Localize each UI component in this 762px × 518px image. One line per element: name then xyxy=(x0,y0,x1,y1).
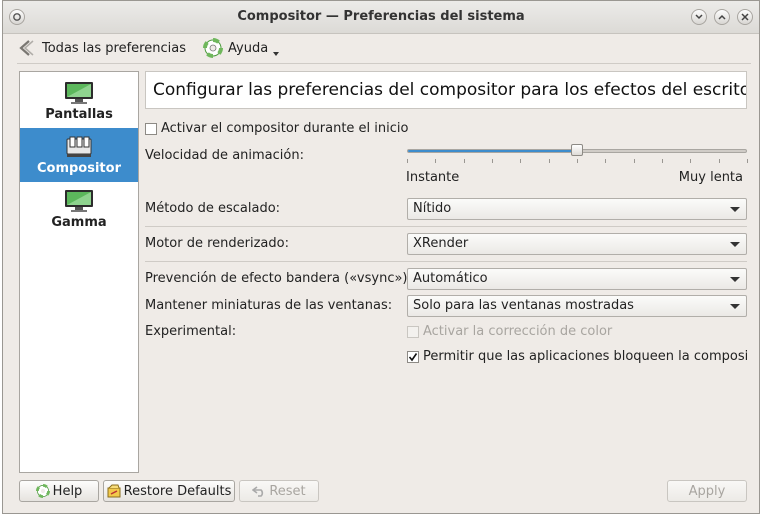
slider-tick xyxy=(435,159,437,163)
animation-speed-slider-fill xyxy=(408,150,577,152)
sidebar-item-label: Gamma xyxy=(51,215,107,230)
render-backend-label: Motor de renderizado: xyxy=(145,236,289,251)
title-bar[interactable]: Compositor — Preferencias del sistema xyxy=(3,1,759,34)
help-menu-label: Ayuda xyxy=(228,40,269,56)
chevron-down-icon xyxy=(730,277,740,282)
window-thumbnails-select[interactable]: Solo para las ventanas mostradas xyxy=(407,295,747,317)
animation-speed-min-label: Instante xyxy=(406,170,460,185)
window-title: Compositor — Preferencias del sistema xyxy=(3,9,759,24)
slider-tick xyxy=(492,159,493,163)
enable-on-start-label[interactable]: Activar el compositor durante el inicio xyxy=(161,121,408,136)
apply-button[interactable]: Apply xyxy=(667,480,747,502)
enable-on-start-checkbox[interactable] xyxy=(145,123,157,135)
window-title-rest: Preferencias del sistema xyxy=(343,9,525,24)
lifebuoy-icon xyxy=(203,38,223,58)
allow-block-compositing-label[interactable]: Permitir que las aplicaciones bloqueen l… xyxy=(423,349,747,364)
reset-button-label: Reset xyxy=(269,483,306,499)
page-heading: Configurar las preferencias del composit… xyxy=(145,71,747,109)
checkmark-icon xyxy=(408,353,418,362)
section-divider xyxy=(145,226,747,227)
scaling-method-value: Nítido xyxy=(413,201,452,216)
sidebar-item-gamma[interactable]: Gamma xyxy=(20,182,138,236)
scaling-method-select[interactable]: Nítido xyxy=(407,198,747,220)
color-correction-checkbox[interactable] xyxy=(407,326,419,338)
tearing-prevention-select[interactable]: Automático xyxy=(407,268,747,290)
minimize-button[interactable] xyxy=(691,9,707,25)
chevron-down-icon xyxy=(730,304,740,309)
render-backend-value: XRender xyxy=(413,236,469,251)
window-title-separator: — xyxy=(321,9,344,24)
back-to-all-preferences-label: Todas las preferencias xyxy=(42,40,186,56)
help-button-label: Help xyxy=(52,483,83,499)
back-to-all-preferences-button[interactable]: Todas las preferencias xyxy=(17,37,186,59)
lifebuoy-icon xyxy=(35,484,50,498)
slider-tick xyxy=(548,159,550,163)
slider-tick xyxy=(662,159,663,163)
maximize-button[interactable] xyxy=(714,9,730,25)
animation-speed-slider-handle[interactable] xyxy=(571,144,583,156)
animation-speed-max-label: Muy lenta xyxy=(678,170,743,185)
toolbar: Todas las preferencias Ayuda xyxy=(3,33,759,63)
slider-tick xyxy=(718,159,720,163)
window-thumbnails-value: Solo para las ventanas mostradas xyxy=(413,298,634,313)
section-divider xyxy=(145,261,747,262)
undo-icon xyxy=(252,486,264,497)
slider-tick xyxy=(690,159,692,163)
apply-button-label: Apply xyxy=(688,483,726,499)
restore-defaults-icon xyxy=(107,484,121,498)
slider-tick xyxy=(463,159,465,163)
reset-button[interactable]: Reset xyxy=(239,480,319,502)
dropdown-arrow-icon xyxy=(273,52,280,56)
close-button[interactable] xyxy=(737,9,753,25)
color-correction-label[interactable]: Activar la corrección de color xyxy=(423,324,612,339)
back-arrow-icon xyxy=(19,40,34,56)
slider-tick xyxy=(520,159,522,163)
tearing-prevention-value: Automático xyxy=(413,271,488,286)
compositor-icon xyxy=(66,136,92,157)
sidebar-item-label: Pantallas xyxy=(45,107,113,122)
close-icon xyxy=(741,13,749,21)
slider-tick xyxy=(407,159,408,163)
chevron-up-icon xyxy=(718,14,726,20)
toolbar-divider xyxy=(17,63,751,64)
sidebar-item-label: Compositor xyxy=(36,161,121,176)
tearing-prevention-label: Prevención de efecto bandera («vsync»): xyxy=(145,271,412,286)
slider-tick xyxy=(633,159,635,163)
slider-tick xyxy=(605,159,607,163)
slider-tick xyxy=(577,159,578,163)
monitor-icon xyxy=(65,190,93,212)
monitor-icon xyxy=(65,82,93,104)
restore-defaults-label: Restore Defaults xyxy=(123,483,232,499)
animation-speed-label: Velocidad de animación: xyxy=(145,148,304,163)
chevron-down-icon xyxy=(695,14,703,20)
sidebar-item-compositor[interactable]: Compositor xyxy=(20,128,138,182)
restore-defaults-button[interactable]: Restore Defaults xyxy=(103,480,235,502)
render-backend-select[interactable]: XRender xyxy=(407,233,747,255)
window-title-main: Compositor xyxy=(237,9,322,24)
slider-tick xyxy=(747,159,748,163)
system-settings-window: Compositor — Preferencias del sistema To… xyxy=(2,0,760,514)
scaling-method-label: Método de escalado: xyxy=(145,201,281,216)
module-sidebar: Pantallas Compositor Gamma xyxy=(19,71,139,473)
chevron-down-icon xyxy=(730,242,740,247)
experimental-label: Experimental: xyxy=(145,324,237,339)
sidebar-item-pantallas[interactable]: Pantallas xyxy=(20,74,138,128)
window-thumbnails-label: Mantener miniaturas de las ventanas: xyxy=(145,298,393,313)
chevron-down-icon xyxy=(730,207,740,212)
help-button[interactable]: Help xyxy=(19,480,99,502)
allow-block-compositing-checkbox[interactable] xyxy=(407,351,419,363)
help-menu-button[interactable]: Ayuda xyxy=(203,37,280,59)
